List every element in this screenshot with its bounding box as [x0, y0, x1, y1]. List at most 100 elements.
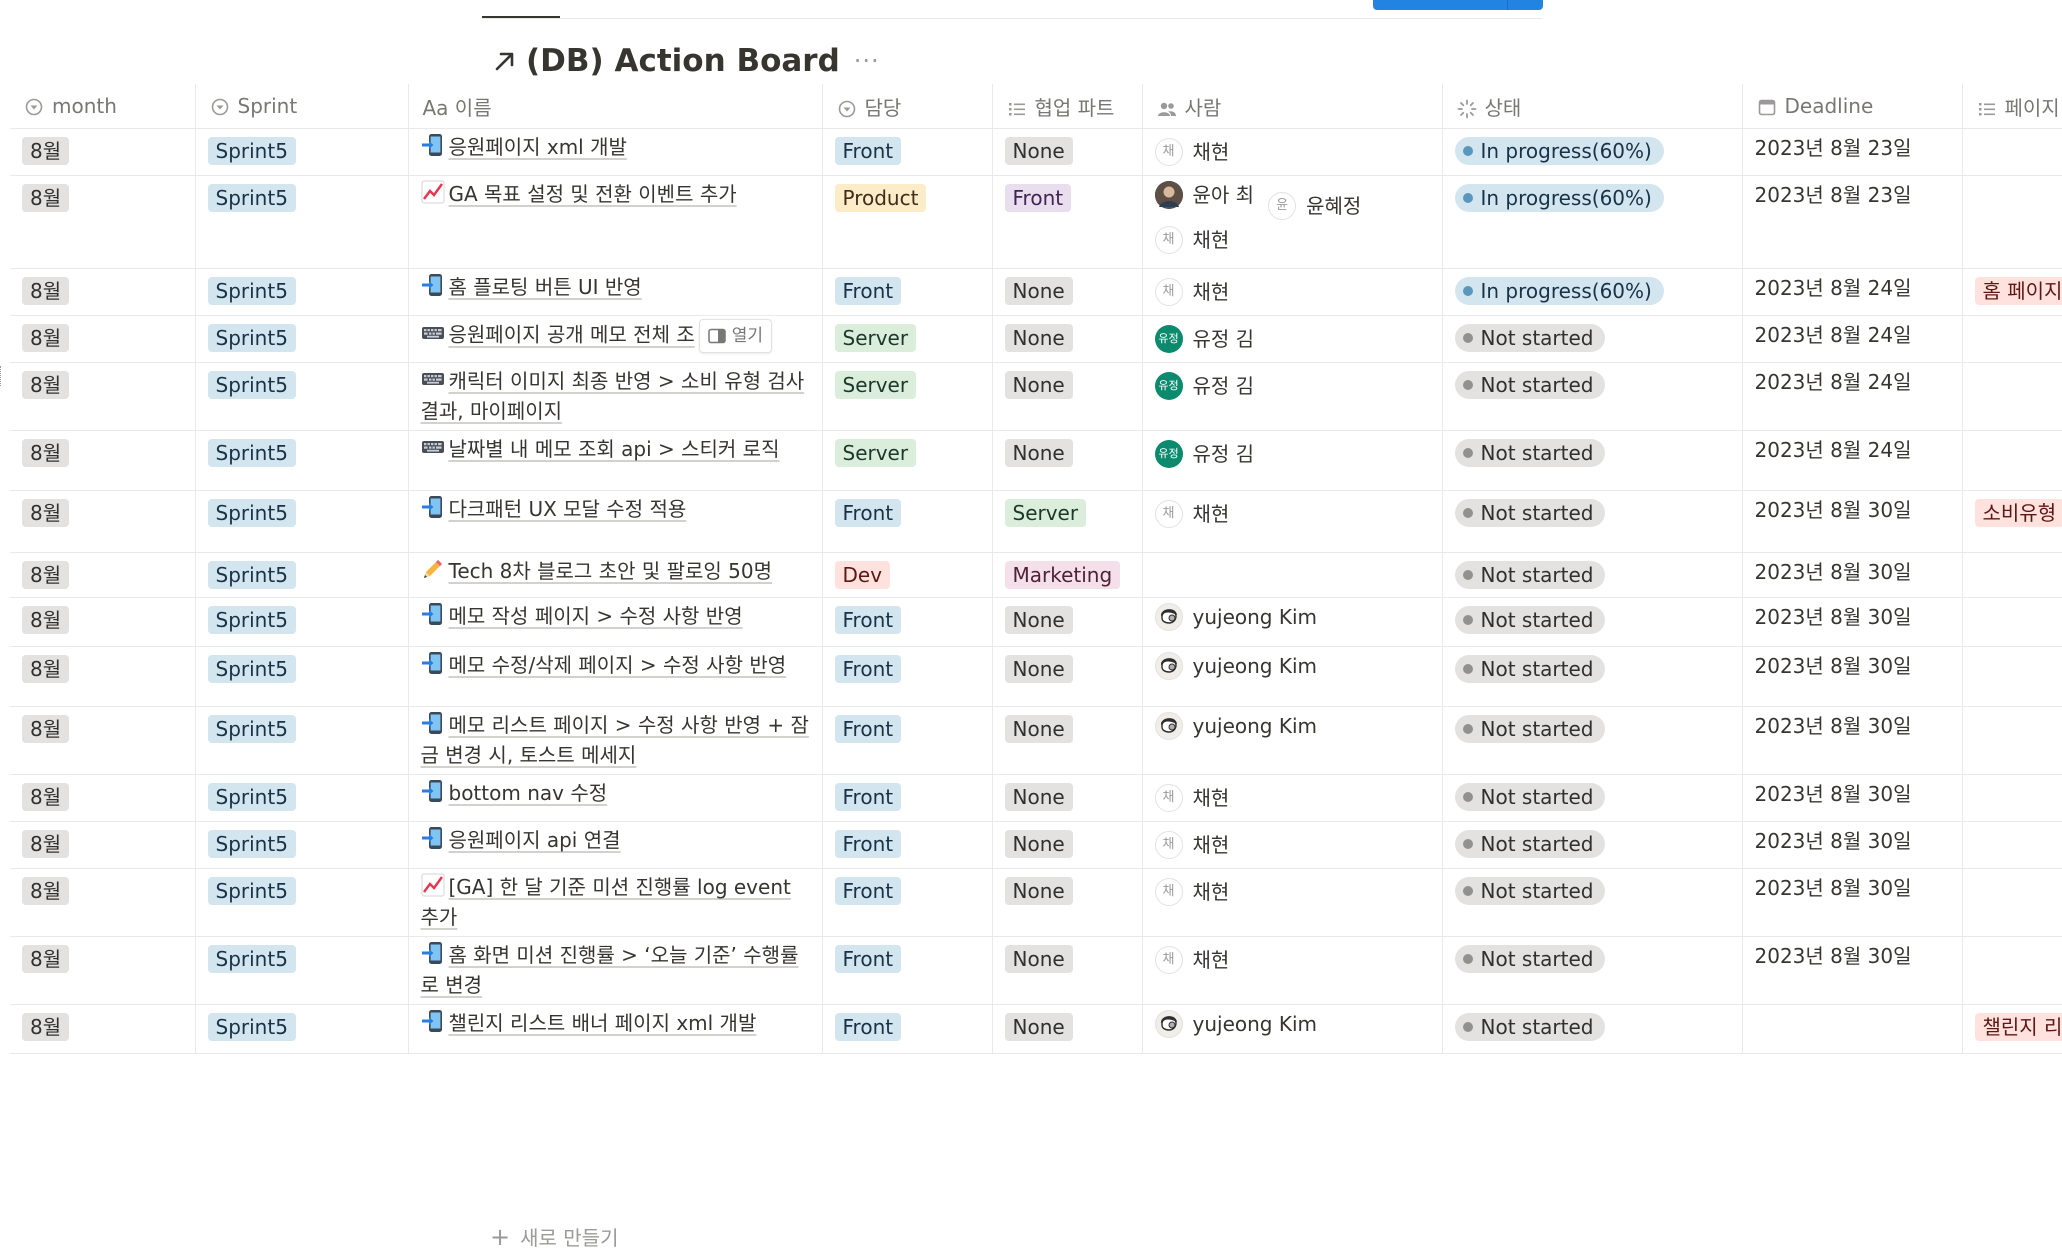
cell-month[interactable]: 8월: [10, 646, 195, 707]
task-title-link[interactable]: GA 목표 설정 및 전환 이벤트 추가: [449, 182, 737, 206]
new-row-button[interactable]: + 새로 만들기: [490, 1222, 618, 1251]
table-row[interactable]: 8월 Sprint5 메모 리스트 페이지 > 수정 사항 반영 + 잠금 변경 시…: [10, 706, 2062, 775]
cell-people[interactable]: 채 채현: [1141, 936, 1442, 1005]
cell-people[interactable]: 채 채현: [1141, 128, 1442, 176]
cell-status[interactable]: In progress(60%): [1441, 268, 1742, 316]
cell-page[interactable]: [1961, 430, 2062, 491]
task-title-link[interactable]: 홈 화면 미션 진행률 > ‘오늘 기준’ 수행률로 변경: [421, 943, 799, 997]
cell-sprint[interactable]: Sprint5: [194, 646, 408, 707]
cell-month[interactable]: 8월: [10, 1004, 195, 1054]
cell-deadline[interactable]: 2023년 8월 30일: [1741, 597, 1962, 647]
cell-month[interactable]: 8월: [10, 362, 195, 431]
cell-sprint[interactable]: Sprint5: [194, 597, 408, 647]
cell-sprint[interactable]: Sprint5: [194, 430, 408, 491]
cell-name[interactable]: 홈 화면 미션 진행률 > ‘오늘 기준’ 수행률로 변경: [407, 936, 822, 1005]
cell-month[interactable]: 8월: [10, 868, 195, 937]
table-row[interactable]: 8월 Sprint5 캐릭터 이미지 최종 반영 > 소비 유형 검사 결과, 마이…: [10, 362, 2062, 431]
cell-month[interactable]: 8월: [10, 936, 195, 1005]
cell-name[interactable]: 응원페이지 xml 개발: [407, 128, 822, 176]
column-header-2[interactable]: Aa 이름: [407, 84, 822, 129]
cell-page[interactable]: 챌린지 리: [1961, 1004, 2062, 1054]
cell-owner[interactable]: Server: [821, 430, 992, 491]
board-more-options-icon[interactable]: ···: [854, 47, 880, 75]
cell-owner[interactable]: Product: [821, 175, 992, 269]
cell-status[interactable]: Not started: [1441, 646, 1742, 707]
cell-page[interactable]: [1961, 646, 2062, 707]
cell-name[interactable]: 캐릭터 이미지 최종 반영 > 소비 유형 검사 결과, 마이페이지: [407, 362, 822, 431]
cell-deadline[interactable]: 2023년 8월 30일: [1741, 552, 1962, 598]
person-chip[interactable]: yujeong Kim: [1154, 1009, 1317, 1039]
task-title-link[interactable]: 응원페이지 공개 메모 전체 조: [449, 323, 695, 347]
cell-month[interactable]: 8월: [10, 706, 195, 775]
cell-page[interactable]: [1961, 175, 2062, 269]
cell-collab[interactable]: None: [991, 936, 1142, 1005]
person-chip[interactable]: 채 채현: [1154, 499, 1229, 529]
cell-people[interactable]: yujeong Kim: [1141, 706, 1442, 775]
cell-owner[interactable]: Server: [821, 362, 992, 431]
column-header-8[interactable]: 페이지: [1961, 84, 2062, 129]
column-header-7[interactable]: Deadline: [1741, 84, 1962, 129]
table-row[interactable]: 8월 Sprint5 챌린지 리스트 배너 페이지 xml 개발 Front None y…: [10, 1004, 2062, 1054]
cell-owner[interactable]: Front: [821, 597, 992, 647]
cell-deadline[interactable]: 2023년 8월 30일: [1741, 490, 1962, 553]
cell-people[interactable]: 유정 유정 김: [1141, 315, 1442, 363]
cell-sprint[interactable]: Sprint5: [194, 1004, 408, 1054]
cell-month[interactable]: 8월: [10, 315, 195, 363]
cell-status[interactable]: Not started: [1441, 315, 1742, 363]
cell-deadline[interactable]: 2023년 8월 30일: [1741, 646, 1962, 707]
table-row[interactable]: 8월 Sprint5 홈 플로팅 버튼 UI 반영 Front None 채 채현 In pr…: [10, 268, 2062, 316]
cell-deadline[interactable]: 2023년 8월 23일: [1741, 128, 1962, 176]
cell-collab[interactable]: None: [991, 646, 1142, 707]
cell-people[interactable]: yujeong Kim: [1141, 646, 1442, 707]
cell-collab[interactable]: Marketing: [991, 552, 1142, 598]
cell-collab[interactable]: None: [991, 268, 1142, 316]
cell-name[interactable]: 챌린지 리스트 배너 페이지 xml 개발: [407, 1004, 822, 1054]
task-title-link[interactable]: 응원페이지 api 연결: [449, 828, 621, 852]
task-title-link[interactable]: 챌린지 리스트 배너 페이지 xml 개발: [449, 1011, 757, 1035]
cell-page[interactable]: [1961, 868, 2062, 937]
cell-page[interactable]: 소비유형: [1961, 490, 2062, 553]
cell-people[interactable]: 채 채현: [1141, 868, 1442, 937]
cell-status[interactable]: Not started: [1441, 1004, 1742, 1054]
cell-deadline[interactable]: 2023년 8월 30일: [1741, 774, 1962, 822]
cell-name[interactable]: 다크패턴 UX 모달 수정 적용: [407, 490, 822, 553]
cell-sprint[interactable]: Sprint5: [194, 128, 408, 176]
cell-month[interactable]: 8월: [10, 490, 195, 553]
cell-name[interactable]: GA 목표 설정 및 전환 이벤트 추가: [407, 175, 822, 269]
cell-owner[interactable]: Server: [821, 315, 992, 363]
cell-people[interactable]: yujeong Kim: [1141, 597, 1442, 647]
cell-owner[interactable]: Front: [821, 936, 992, 1005]
cell-month[interactable]: 8월: [10, 774, 195, 822]
cell-owner[interactable]: Dev: [821, 552, 992, 598]
cell-month[interactable]: 8월: [10, 597, 195, 647]
task-title-link[interactable]: Tech 8차 블로그 초안 및 팔로잉 50명: [449, 559, 773, 583]
table-row[interactable]: 8월 Sprint5 날짜별 내 메모 조회 api > 스티커 로직 Server N…: [10, 430, 2062, 491]
task-title-link[interactable]: 메모 리스트 페이지 > 수정 사항 반영 + 잠금 변경 시, 토스트 메세지: [421, 713, 809, 767]
task-title-link[interactable]: 날짜별 내 메모 조회 api > 스티커 로직: [449, 437, 780, 461]
cell-people[interactable]: [1141, 552, 1442, 598]
cell-name[interactable]: 메모 리스트 페이지 > 수정 사항 반영 + 잠금 변경 시, 토스트 메세지: [407, 706, 822, 775]
cell-collab[interactable]: None: [991, 430, 1142, 491]
cell-name[interactable]: 응원페이지 공개 메모 전체 조 열기: [407, 315, 822, 363]
cell-deadline[interactable]: 2023년 8월 30일: [1741, 821, 1962, 869]
cell-collab[interactable]: Front: [991, 175, 1142, 269]
cell-people[interactable]: 채 채현: [1141, 490, 1442, 553]
cell-month[interactable]: 8월: [10, 128, 195, 176]
person-chip[interactable]: 채 채현: [1154, 225, 1229, 255]
task-title-link[interactable]: 홈 플로팅 버튼 UI 반영: [449, 275, 642, 299]
person-chip[interactable]: 윤 윤혜정: [1268, 191, 1361, 221]
cell-collab[interactable]: None: [991, 821, 1142, 869]
cell-status[interactable]: Not started: [1441, 490, 1742, 553]
person-chip[interactable]: 채 채현: [1154, 783, 1229, 813]
person-chip[interactable]: yujeong Kim: [1154, 651, 1317, 681]
cell-owner[interactable]: Front: [821, 706, 992, 775]
cell-name[interactable]: 홈 플로팅 버튼 UI 반영: [407, 268, 822, 316]
table-row[interactable]: 8월 Sprint5 bottom nav 수정 Front None 채 채현 Not st…: [10, 774, 2062, 822]
cell-status[interactable]: Not started: [1441, 706, 1742, 775]
cell-collab[interactable]: None: [991, 315, 1142, 363]
person-chip[interactable]: 채 채현: [1154, 830, 1229, 860]
cell-month[interactable]: 8월: [10, 175, 195, 269]
table-row[interactable]: 8월 Sprint5 응원페이지 api 연결 Front None 채 채현 Not sta…: [10, 821, 2062, 869]
column-header-0[interactable]: month: [10, 84, 195, 129]
cell-page[interactable]: 홈 페이지: [1961, 268, 2062, 316]
